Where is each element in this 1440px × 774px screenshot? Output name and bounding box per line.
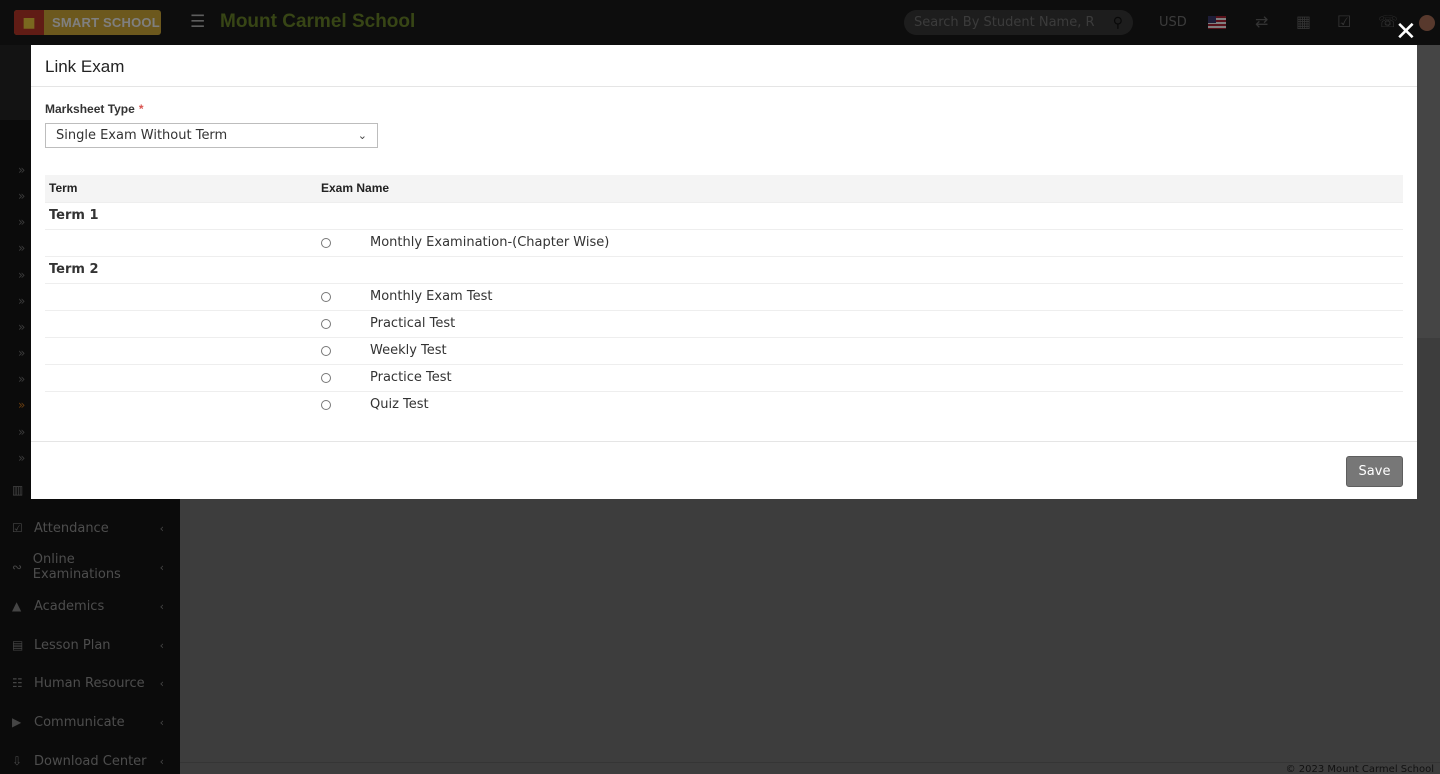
chevron-down-icon: ⌄ [357, 129, 367, 142]
save-button[interactable]: Save [1346, 456, 1403, 487]
exam-cell: Weekly Test [317, 336, 1403, 364]
empty-term-cell [45, 336, 317, 364]
marksheet-type-value: Single Exam Without Term [56, 128, 228, 143]
exam-radio[interactable] [321, 399, 331, 410]
empty-term-cell [45, 363, 317, 391]
close-icon[interactable]: ✕ [1395, 19, 1417, 45]
term-name: Term 2 [45, 255, 1403, 283]
exam-radio[interactable] [321, 372, 331, 383]
exam-radio[interactable] [321, 291, 331, 302]
exam-row: Weekly Test [45, 336, 1403, 364]
table-header-row: Term Exam Name [45, 175, 1403, 202]
exam-row: Monthly Examination-(Chapter Wise) [45, 228, 1403, 256]
empty-term-cell [45, 309, 317, 337]
exam-radio[interactable] [321, 345, 331, 356]
modal-title: Link Exam [45, 57, 125, 76]
exam-cell: Practice Test [317, 363, 1403, 391]
exam-radio[interactable] [321, 318, 331, 329]
exam-name: Quiz Test [370, 397, 429, 413]
marksheet-type-label: Marksheet Type * [45, 102, 143, 116]
exam-row: Quiz Test [45, 390, 1403, 418]
empty-term-cell [45, 282, 317, 310]
term-row: Term 2 [45, 255, 1403, 283]
exam-radio[interactable] [321, 237, 331, 248]
exam-cell: Practical Test [317, 309, 1403, 337]
exam-name: Practice Test [370, 370, 452, 385]
marksheet-type-select[interactable]: Single Exam Without Term ⌄ [45, 123, 378, 148]
exam-name: Monthly Examination-(Chapter Wise) [370, 235, 610, 250]
exam-cell: Quiz Test [317, 390, 1403, 418]
column-header-exam-name: Exam Name [317, 175, 1403, 202]
modal-header: Link Exam [31, 45, 1417, 87]
exam-row: Practical Test [45, 309, 1403, 337]
marksheet-type-label-text: Marksheet Type [45, 102, 135, 116]
term-name: Term 1 [45, 201, 1403, 229]
exam-name: Weekly Test [370, 343, 447, 358]
exam-name: Practical Test [370, 316, 456, 331]
link-exam-modal: Link Exam Marksheet Type * Single Exam Wi… [31, 45, 1417, 499]
modal-footer: Save [31, 441, 1417, 499]
exam-row: Monthly Exam Test [45, 282, 1403, 310]
required-asterisk: * [138, 102, 144, 116]
exam-row: Practice Test [45, 363, 1403, 391]
empty-term-cell [45, 390, 317, 418]
empty-term-cell [45, 228, 317, 256]
term-row: Term 1 [45, 201, 1403, 229]
exam-link-table: Term Exam Name Term 1 Monthly Examinatio… [45, 175, 1403, 418]
column-header-term: Term [45, 175, 317, 202]
exam-cell: Monthly Exam Test [317, 282, 1403, 310]
exam-cell: Monthly Examination-(Chapter Wise) [317, 228, 1403, 256]
exam-name: Monthly Exam Test [370, 289, 493, 304]
